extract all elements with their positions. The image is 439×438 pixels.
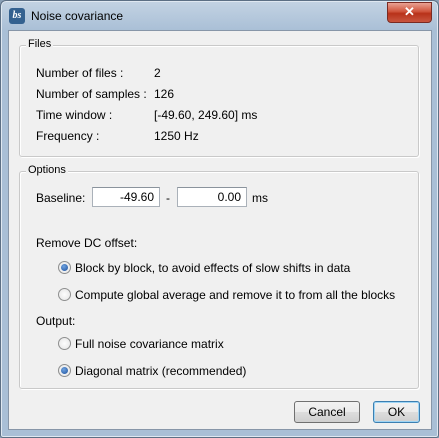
output-diagonal-matrix-label[interactable]: Diagonal matrix (recommended)	[75, 364, 246, 378]
options-group: Options Baseline: -49.60 - 0.00 ms Remov…	[19, 164, 419, 389]
output-full-matrix-radio[interactable]	[58, 337, 71, 350]
number-of-samples-label: Number of samples :	[36, 87, 147, 101]
output-diagonal-matrix-radio[interactable]	[58, 364, 71, 377]
dialog-body: Files Number of files : 2 Number of samp…	[8, 30, 432, 430]
number-of-samples-value: 126	[154, 87, 175, 101]
frequency-label: Frequency :	[36, 129, 100, 143]
dc-global-average-radio[interactable]	[58, 288, 71, 301]
number-of-files-value: 2	[154, 66, 161, 80]
app-icon: bs	[9, 8, 25, 24]
window-title: Noise covariance	[31, 9, 124, 23]
dc-global-average-label[interactable]: Compute global average and remove it to …	[75, 288, 395, 302]
baseline-label: Baseline:	[36, 191, 86, 205]
output-full-matrix-label[interactable]: Full noise covariance matrix	[75, 337, 224, 351]
output-label: Output:	[36, 314, 76, 328]
baseline-end-input[interactable]: 0.00	[177, 187, 247, 207]
dc-offset-label: Remove DC offset:	[36, 236, 138, 250]
title-bar[interactable]: bs Noise covariance ✕	[1, 1, 438, 31]
time-window-label: Time window :	[36, 108, 113, 122]
dc-block-by-block-radio[interactable]	[58, 261, 71, 274]
time-window-value: [-49.60, 249.60] ms	[154, 108, 258, 122]
dialog-window: bs Noise covariance ✕ Files Number of fi…	[0, 0, 439, 438]
frequency-value: 1250 Hz	[154, 129, 199, 143]
number-of-files-label: Number of files :	[36, 66, 124, 80]
baseline-unit: ms	[252, 191, 268, 205]
options-group-label: Options	[26, 164, 68, 176]
files-group-label: Files	[26, 38, 54, 50]
cancel-button[interactable]: Cancel	[294, 401, 360, 423]
close-button[interactable]: ✕	[387, 2, 432, 23]
files-group: Files Number of files : 2 Number of samp…	[19, 38, 419, 157]
dc-block-by-block-label[interactable]: Block by block, to avoid effects of slow…	[75, 261, 350, 275]
baseline-start-input[interactable]: -49.60	[92, 187, 160, 207]
ok-button[interactable]: OK	[373, 401, 420, 423]
baseline-separator: -	[166, 191, 170, 205]
